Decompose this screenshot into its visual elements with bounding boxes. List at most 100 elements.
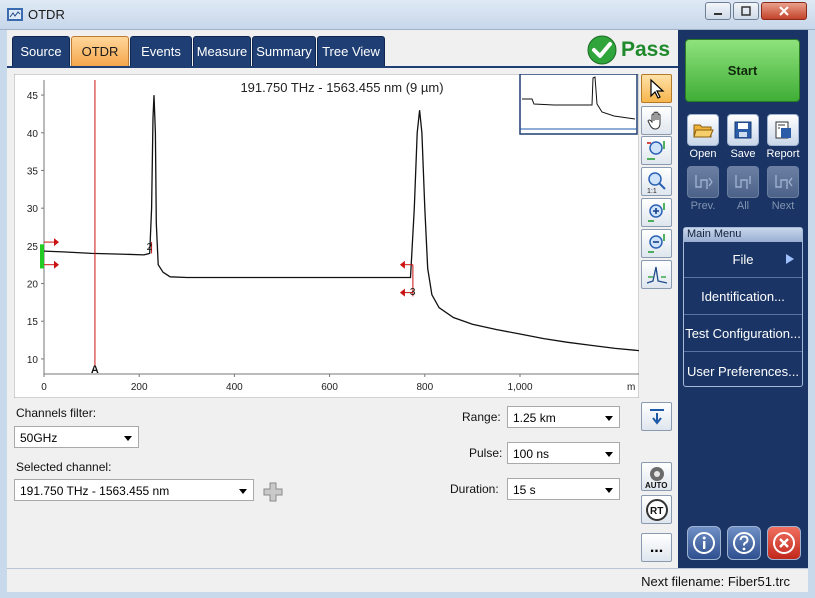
pass-label: Pass (621, 38, 671, 61)
real-time-button[interactable]: RT (641, 495, 672, 524)
collapse-graph-button[interactable] (641, 402, 672, 431)
x-tick-label: 400 (226, 382, 243, 393)
tab-source[interactable]: Source (12, 36, 70, 66)
x-tick-label: 0 (41, 382, 47, 393)
main-menu-title: Main Menu (684, 228, 802, 242)
main-content: Source OTDR Events Measure Summary Tree … (7, 30, 678, 568)
otdr-panel: 45 40 35 30 25 20 15 10 0 200 400 600 800 1,000 m A23 … (7, 66, 678, 568)
save-icon (734, 121, 752, 139)
window-title: OTDR (28, 7, 65, 22)
chevron-down-icon (605, 452, 613, 457)
menu-item-label: File (732, 252, 754, 267)
menu-item-file[interactable]: File (684, 242, 802, 278)
chevron-down-icon (605, 488, 613, 493)
minimize-button[interactable] (705, 2, 731, 20)
exit-button[interactable] (767, 526, 801, 560)
info-icon (693, 532, 715, 554)
x-tick-label: 600 (321, 382, 338, 393)
report-button[interactable] (767, 114, 799, 146)
next-filename: Next filename: Fiber51.trc (641, 574, 790, 589)
pulse-select[interactable]: 100 ns (507, 442, 620, 464)
launch-level-bar (40, 244, 44, 269)
help-button[interactable] (727, 526, 761, 560)
x-unit-label: m (627, 382, 635, 393)
tab-measure[interactable]: Measure (193, 36, 251, 66)
chevron-down-icon (124, 436, 132, 441)
main-menu: Main Menu File Identification... Test Co… (683, 227, 803, 387)
otdr-trace-graph[interactable]: 45 40 35 30 25 20 15 10 0 200 400 600 800 1,000 m A 2 3 (14, 74, 639, 398)
prev-label: Prev. (690, 200, 716, 212)
graph-title: 191.750 THz - 1563.455 nm (9 µm) (240, 80, 444, 95)
auto-settings-button[interactable]: AUTO (641, 462, 672, 491)
checkmark-icon (587, 35, 617, 65)
tab-bar: Source OTDR Events Measure Summary Tree … (7, 30, 678, 66)
all-traces-button[interactable] (727, 166, 759, 198)
real-time-icon: RT (645, 498, 668, 521)
tab-tree-view[interactable]: Tree View (317, 36, 385, 66)
prev-trace-button[interactable] (687, 166, 719, 198)
next-label: Next (771, 200, 795, 212)
selected-channel-select[interactable]: 191.750 THz - 1563.455 nm (14, 479, 254, 501)
status-bar: Next filename: Fiber51.trc (7, 568, 808, 592)
report-icon (775, 121, 791, 139)
y-tick-label: 35 (27, 166, 39, 177)
channels-filter-select[interactable]: 50GHz (14, 426, 139, 448)
event-number-label: 3 (410, 287, 416, 298)
zoom-full-view-button[interactable] (641, 260, 672, 289)
info-button[interactable] (687, 526, 721, 560)
menu-item-test-configuration[interactable]: Test Configuration... (684, 316, 802, 352)
close-window-button[interactable] (761, 2, 807, 20)
window-titlebar: OTDR (0, 0, 815, 30)
duration-label: Duration: (450, 482, 499, 496)
more-options-button[interactable]: ... (641, 533, 672, 562)
x-tick-label: 1,000 (507, 382, 532, 393)
pan-tool-button[interactable] (641, 106, 672, 135)
close-circle-icon (773, 532, 795, 554)
menu-item-identification[interactable]: Identification... (684, 279, 802, 315)
open-button[interactable] (687, 114, 719, 146)
all-label: All (736, 200, 750, 212)
next-trace-button[interactable] (767, 166, 799, 198)
zoom-in-button[interactable] (641, 198, 672, 227)
arrow-down-icon (649, 408, 664, 425)
zoom-one-to-one-icon: 1:1 (647, 171, 666, 194)
duration-value: 15 s (513, 483, 536, 497)
x-tick-label: 200 (131, 382, 148, 393)
maximize-button[interactable] (733, 2, 759, 20)
tab-otdr[interactable]: OTDR (71, 36, 129, 66)
add-channel-button[interactable] (257, 477, 288, 506)
svg-text:1:1: 1:1 (647, 188, 657, 194)
zoom-out-icon (647, 233, 665, 253)
tab-summary[interactable]: Summary (252, 36, 316, 66)
right-sidebar: Start Open Save Report Prev. All Next Ma… (678, 30, 808, 568)
start-button[interactable]: Start (685, 39, 800, 102)
zoom-fit-icon (646, 140, 665, 160)
selected-channel-value: 191.750 THz - 1563.455 nm (20, 484, 170, 498)
range-select[interactable]: 1.25 km (507, 406, 620, 428)
pulse-label: Pulse: (469, 446, 503, 460)
range-value: 1.25 km (513, 411, 556, 425)
zoom-one-to-one-button[interactable]: 1:1 (641, 167, 672, 196)
maximize-icon (741, 6, 751, 16)
zoom-out-button[interactable] (641, 229, 672, 258)
x-tick-label: 800 (416, 382, 433, 393)
zoom-fit-button[interactable] (641, 136, 672, 165)
select-tool-button[interactable] (641, 74, 672, 103)
chevron-down-icon (239, 489, 247, 494)
duration-select[interactable]: 15 s (507, 478, 620, 500)
menu-item-user-preferences[interactable]: User Preferences... (684, 353, 802, 389)
pass-status: Pass (587, 35, 670, 65)
arrow-cursor-icon (649, 78, 665, 99)
y-tick-label: 30 (27, 204, 39, 215)
report-label: Report (766, 148, 800, 160)
rt-label: RT (650, 506, 663, 517)
all-traces-icon (735, 175, 751, 189)
tab-events[interactable]: Events (130, 36, 192, 66)
graph-overview[interactable] (519, 74, 638, 135)
otdr-app-icon (7, 8, 23, 21)
pulse-value: 100 ns (513, 447, 550, 461)
y-tick-label: 15 (27, 317, 39, 328)
save-button[interactable] (727, 114, 759, 146)
hand-icon (646, 111, 660, 130)
selected-channel-label: Selected channel: (16, 460, 112, 474)
